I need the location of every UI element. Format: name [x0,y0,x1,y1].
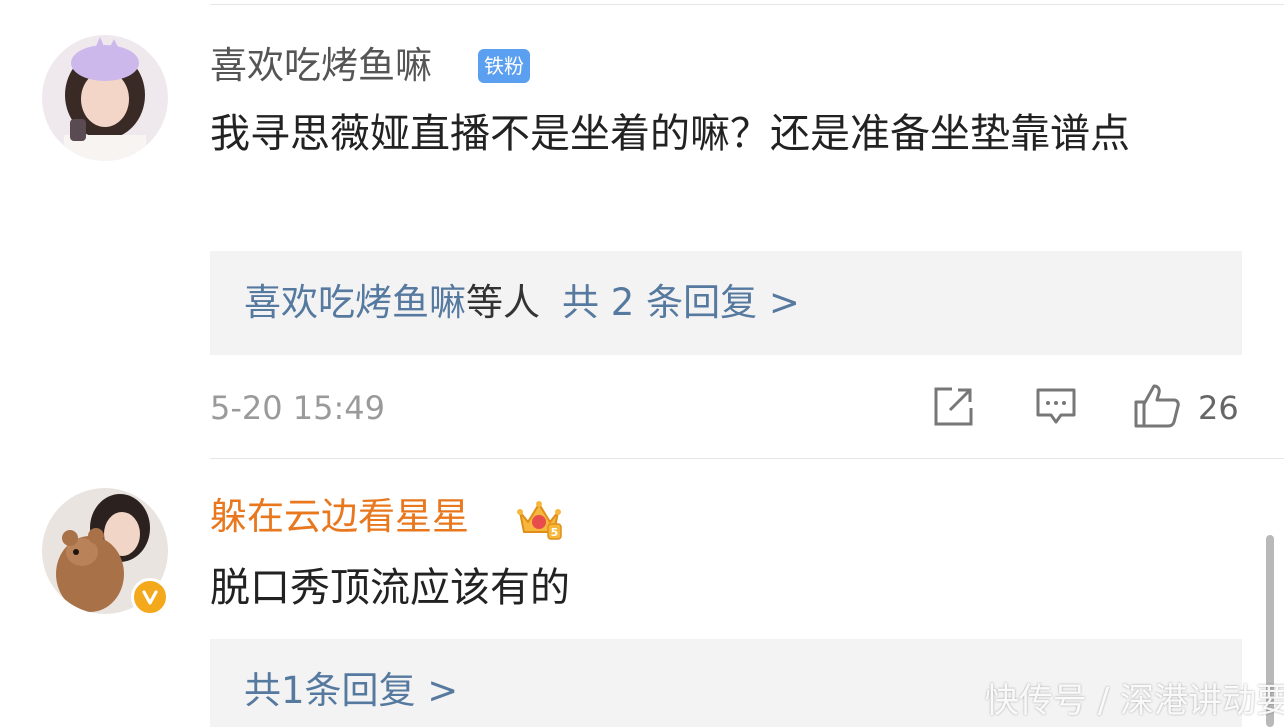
like-icon[interactable] [1132,382,1182,434]
timestamp: 5-20 15:49 [210,389,386,427]
top-divider [210,4,1284,5]
reply-preview[interactable]: 喜欢吃烤鱼嘛等人共 2 条回复 > [210,251,1242,355]
reply-etc: 等人 [466,281,540,324]
reply-usernames[interactable]: 喜欢吃烤鱼嘛 [244,281,466,324]
comment-actions: 5-20 15:49 26 [210,384,1240,434]
username[interactable]: 喜欢吃烤鱼嘛 [210,44,432,88]
like-count: 26 [1198,389,1239,427]
comment-icon[interactable] [1034,384,1078,432]
fan-badge: 铁粉 [478,49,530,83]
crown-level-icon: 5 [516,498,562,540]
watermark: 快传号 / 深港讲动要 [984,681,1284,721]
verified-v-icon [131,578,169,616]
comment-divider [210,458,1284,459]
comment-list-page: 喜欢吃烤鱼嘛 铁粉 我寻思薇娅直播不是坐着的嘛？还是准备坐垫靠谱点 喜欢吃烤鱼嘛… [0,0,1284,727]
reply-count-link[interactable]: 共1条回复 > [244,669,458,712]
reply-count-link[interactable]: 共 2 条回复 > [562,281,800,324]
reply-preview-text: 共1条回复 > [244,667,458,715]
username[interactable]: 躲在云边看星星 [210,495,469,539]
comment-text: 我寻思薇娅直播不是坐着的嘛？还是准备坐垫靠谱点 [210,111,1130,157]
user-avatar[interactable] [42,35,168,161]
comment-text: 脱口秀顶流应该有的 [210,565,570,611]
member-level: 5 [551,526,559,539]
reply-preview-text: 喜欢吃烤鱼嘛等人共 2 条回复 > [244,279,800,327]
share-icon[interactable] [932,384,976,432]
